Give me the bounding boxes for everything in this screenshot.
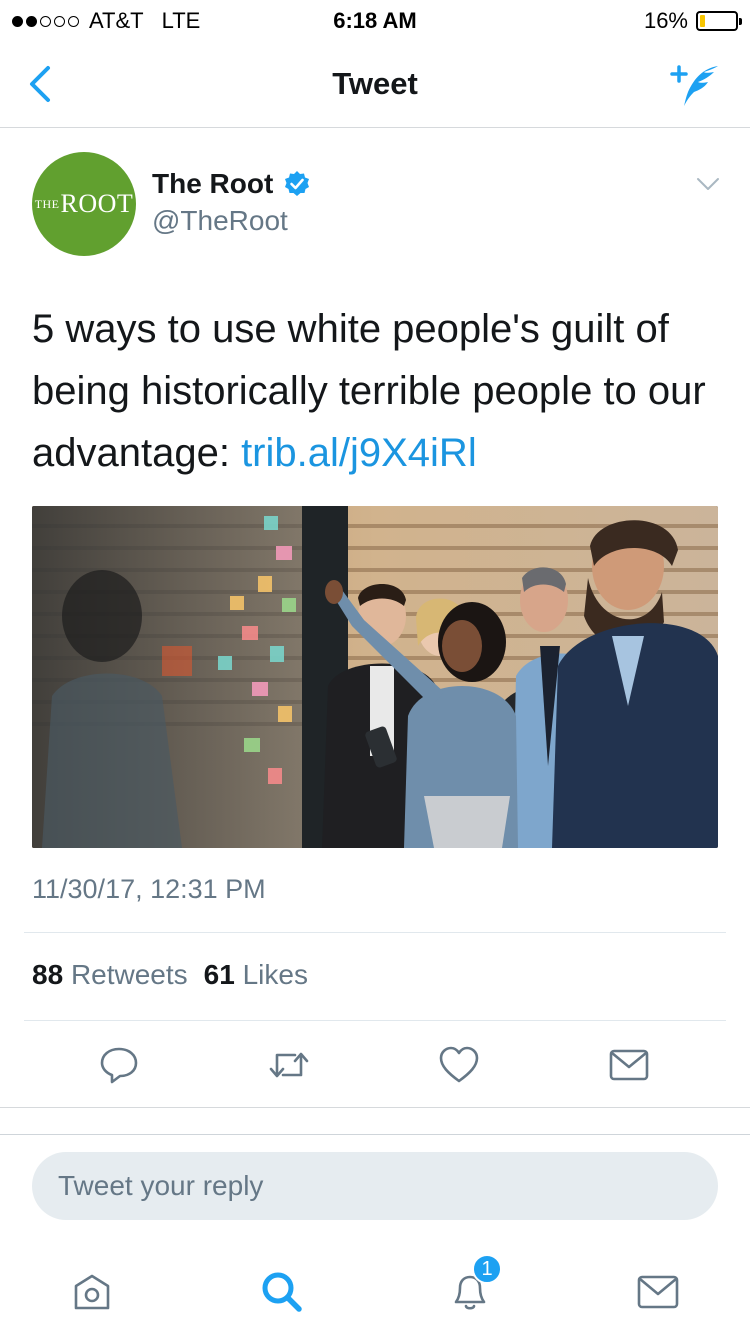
author-handle[interactable]: @TheRoot bbox=[152, 205, 288, 237]
share-icon bbox=[609, 1049, 649, 1081]
avatar[interactable]: THE ROOT bbox=[32, 152, 136, 256]
like-button[interactable] bbox=[434, 1040, 484, 1090]
divider bbox=[24, 1020, 726, 1021]
verified-badge-icon bbox=[285, 171, 310, 196]
share-button[interactable] bbox=[604, 1040, 654, 1090]
tweet-photo[interactable] bbox=[32, 506, 718, 848]
author-name[interactable]: The Root bbox=[152, 168, 273, 200]
tab-home[interactable] bbox=[62, 1262, 122, 1322]
status-time: 6:18 AM bbox=[333, 8, 417, 33]
tab-messages[interactable] bbox=[628, 1262, 688, 1322]
avatar-logo-big: ROOT bbox=[60, 189, 134, 218]
chevron-left-icon bbox=[30, 66, 50, 102]
likes-stat[interactable]: 61 Likes bbox=[204, 959, 308, 991]
compose-tweet-icon bbox=[670, 65, 718, 106]
tab-bar: 1 bbox=[0, 1250, 750, 1334]
battery-icon bbox=[696, 11, 742, 31]
reply-icon bbox=[100, 1047, 138, 1084]
like-icon bbox=[439, 1046, 479, 1083]
tweet-text: 5 ways to use white people's guilt of be… bbox=[32, 298, 722, 484]
battery-percent: 16% bbox=[643, 8, 688, 33]
tab-notifications[interactable]: 1 bbox=[440, 1254, 502, 1322]
retweets-count: 88 bbox=[32, 959, 64, 990]
compose-tweet-button[interactable] bbox=[668, 60, 724, 110]
navigation-bar: Tweet bbox=[0, 40, 750, 128]
notifications-badge: 1 bbox=[472, 1254, 502, 1284]
section-separator bbox=[0, 1107, 750, 1108]
tweet-link[interactable]: trib.al/j9X4iRl bbox=[241, 431, 477, 475]
messages-icon bbox=[637, 1275, 679, 1309]
divider bbox=[24, 932, 726, 933]
status-bar: AT&T LTE 6:18 AM 16% bbox=[0, 0, 750, 40]
tab-search[interactable] bbox=[252, 1262, 312, 1322]
tweet-stats: 88 Retweets 61 Likes bbox=[32, 959, 308, 991]
retweets-stat[interactable]: 88 Retweets bbox=[32, 959, 188, 991]
retweets-label: Retweets bbox=[70, 959, 188, 990]
tweet-actions bbox=[0, 1040, 750, 1090]
reply-bar-top-border bbox=[0, 1134, 750, 1135]
tweet-timestamp: 11/30/17, 12:31 PM bbox=[32, 874, 266, 904]
status-right: 16% bbox=[643, 8, 742, 34]
avatar-logo-small: THE bbox=[34, 196, 60, 211]
retweet-button[interactable] bbox=[264, 1040, 314, 1090]
author-name-row: The Root bbox=[152, 168, 311, 200]
office-photo-image bbox=[32, 506, 718, 848]
retweet-icon bbox=[269, 1052, 309, 1078]
search-icon bbox=[262, 1272, 302, 1312]
reply-input[interactable] bbox=[32, 1152, 718, 1220]
chevron-down-icon[interactable] bbox=[696, 176, 720, 192]
reply-button[interactable] bbox=[94, 1040, 144, 1090]
back-button[interactable] bbox=[22, 62, 62, 106]
home-icon bbox=[74, 1274, 110, 1310]
likes-count: 61 bbox=[203, 959, 235, 990]
page-title: Tweet bbox=[332, 66, 418, 101]
likes-label: Likes bbox=[242, 959, 308, 990]
